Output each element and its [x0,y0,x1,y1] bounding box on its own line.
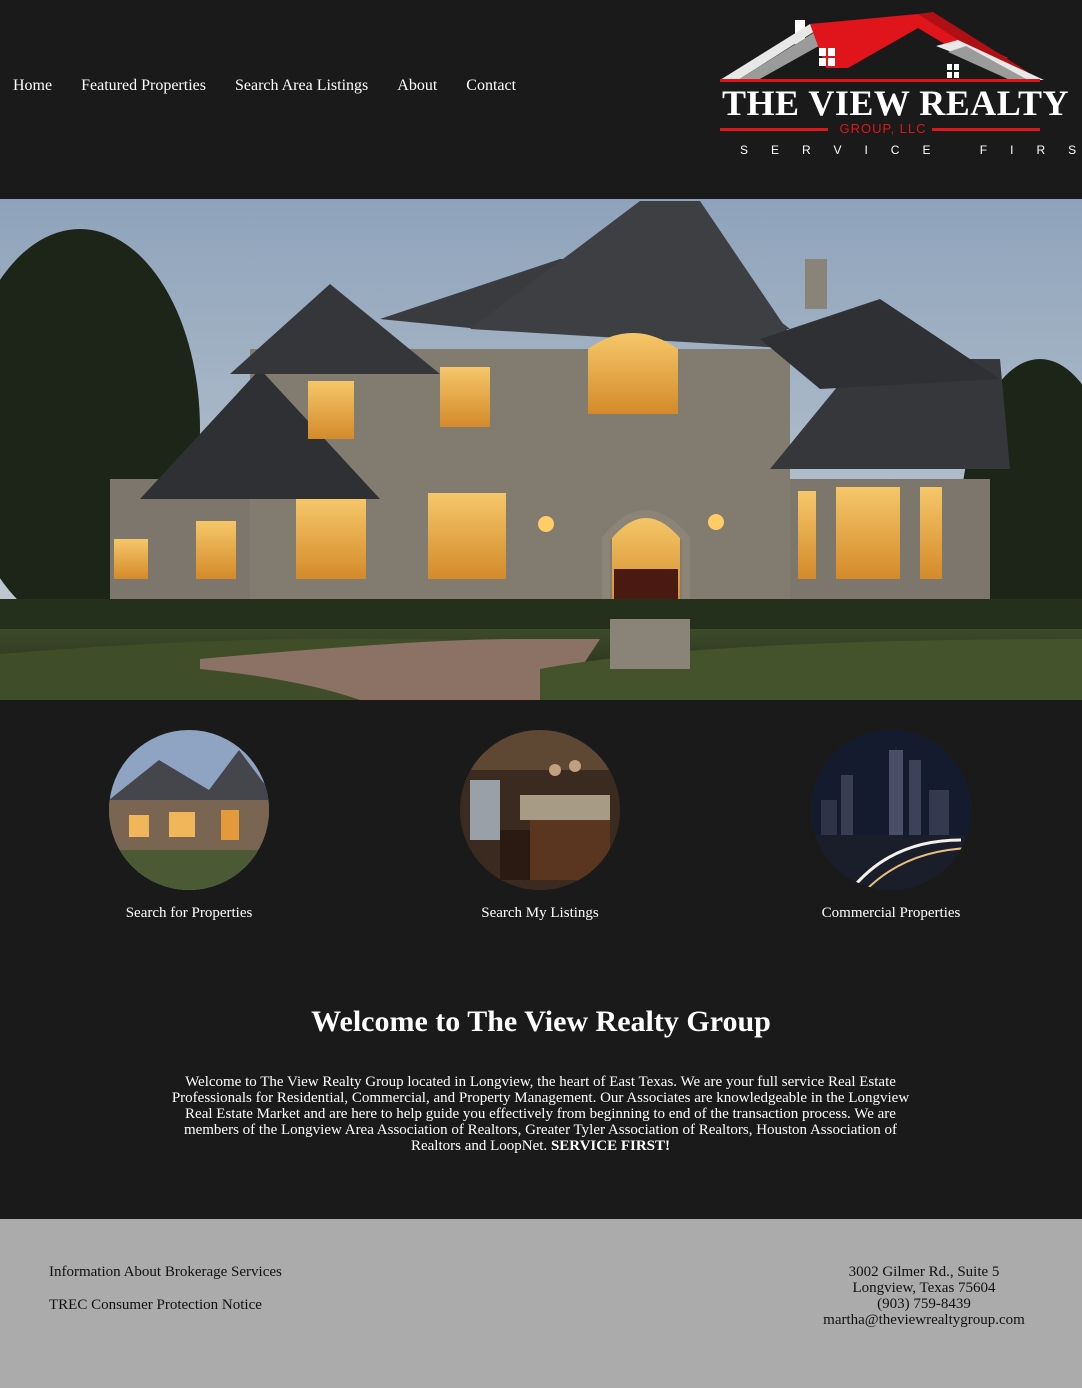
footer-contact: 3002 Gilmer Rd., Suite 5 Longview, Texas… [780,1264,1068,1328]
brokerage-services-link[interactable]: Information About Brokerage Services [49,1264,282,1281]
main-nav: Home Featured Properties Search Area Lis… [13,77,545,95]
house-photo-icon[interactable] [109,730,269,890]
feature-label[interactable]: Search for Properties [79,905,299,922]
service-first-emphasis: SERVICE FIRST! [550,1138,671,1154]
company-logo[interactable]: THE VIEW REALTY GROUP, LLC SERVICE FIRST [718,10,1082,160]
feature-label[interactable]: Search My Listings [430,905,650,922]
feature-search-listings[interactable]: Search My Listings [430,730,650,922]
nav-search-area-listings[interactable]: Search Area Listings [235,77,368,95]
feature-label[interactable]: Commercial Properties [781,905,1001,922]
welcome-paragraph: Welcome to The View Realty Group located… [164,1074,917,1154]
logo-title: THE VIEW REALTY [722,83,1069,123]
email-address[interactable]: martha@theviewrealtygroup.com [780,1312,1068,1328]
address-line-1: 3002 Gilmer Rd., Suite 5 [848,1264,1000,1280]
logo-subtitle: GROUP, LLC [839,121,927,136]
kitchen-photo-icon[interactable] [460,730,620,890]
welcome-heading: Welcome to The View Realty Group [311,1005,771,1038]
phone-number: (903) 759-8439 [877,1296,971,1312]
welcome-text: Welcome to The View Realty Group located… [171,1074,910,1154]
nav-about[interactable]: About [397,77,437,95]
feature-links: Search for Properties Search My Listings [0,730,1082,930]
site-header: Home Featured Properties Search Area Lis… [0,0,1082,199]
logo-tagline: SERVICE FIRST [740,143,1082,157]
feature-search-properties[interactable]: Search for Properties [79,730,299,922]
nav-home[interactable]: Home [13,77,52,95]
address-line-2: Longview, Texas 75604 [852,1280,996,1296]
trec-notice-link[interactable]: TREC Consumer Protection Notice [49,1297,282,1314]
site-footer: Information About Brokerage Services TRE… [0,1219,1082,1388]
footer-links: Information About Brokerage Services TRE… [49,1264,282,1330]
nav-featured-properties[interactable]: Featured Properties [81,77,206,95]
hero-house-image [0,199,1082,700]
feature-commercial-properties[interactable]: Commercial Properties [781,730,1001,922]
city-night-photo-icon[interactable] [811,730,971,890]
nav-contact[interactable]: Contact [466,77,516,95]
